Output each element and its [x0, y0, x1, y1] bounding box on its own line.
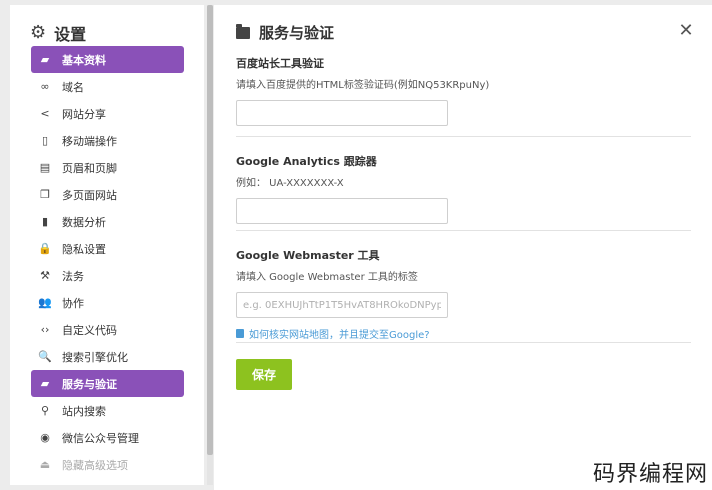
baidu-verification-input[interactable]	[236, 100, 448, 126]
divider	[236, 342, 691, 343]
sidebar-item[interactable]: ‹› 自定义代码	[31, 316, 184, 343]
folder-user-icon: ▰	[40, 377, 50, 390]
sidebar-item-label: 数据分析	[62, 215, 106, 229]
ga-description: 例如： UA-XXXXXXX-X	[236, 178, 344, 189]
sidebar-item[interactable]: ∞ 域名	[31, 73, 184, 100]
folder-user-icon	[236, 23, 250, 39]
service-verification-panel: 服务与验证 ✕ 百度站长工具验证 请填入百度提供的HTML标签验证码(例如NQ5…	[214, 5, 712, 490]
baidu-section: 百度站长工具验证 请填入百度提供的HTML标签验证码(例如NQ53KRpuNy)	[236, 55, 691, 126]
sidebar-item-label: 微信公众号管理	[62, 431, 139, 445]
sitemap-help-text: 如何核实网站地图，并且提交至Google?	[249, 330, 430, 341]
code-icon: ‹›	[40, 323, 50, 336]
sidebar-item-label: 协作	[62, 296, 84, 310]
settings-sidebar: ⚙ 设置 ▰ 基本资料 ∞ 域名 < 网站分享 ▯ 移动端操作 ▤ 页眉和页脚 ❐ 多页面网站 ▮ 数据分…	[10, 5, 204, 485]
divider	[236, 136, 691, 137]
gear-icon: ⚙	[30, 22, 47, 43]
webmaster-description: 请填入 Google Webmaster 工具的标签	[236, 272, 418, 283]
ga-label: Google Analytics 跟踪器	[236, 155, 377, 168]
sidebar-item[interactable]: ▮ 数据分析	[31, 208, 184, 235]
mobile-icon: ▯	[41, 134, 49, 147]
book-icon	[236, 329, 244, 338]
sidebar-item-label: 自定义代码	[62, 323, 117, 337]
close-icon[interactable]: ✕	[676, 21, 696, 41]
sidebar-item[interactable]: < 网站分享	[31, 100, 184, 127]
sitemap-help-link[interactable]: 如何核实网站地图，并且提交至Google?	[236, 326, 691, 341]
bar-chart-icon: ▮	[41, 215, 49, 228]
ga-section: Google Analytics 跟踪器 例如： UA-XXXXXXX-X	[236, 153, 691, 224]
sidebar-item[interactable]: 🔍 搜索引擎优化	[31, 343, 184, 370]
sidebar-item[interactable]: ▰ 基本资料	[31, 46, 184, 73]
share-icon: <	[40, 107, 50, 120]
sidebar-item-label: 基本资料	[62, 53, 106, 67]
save-button[interactable]: 保存	[236, 359, 292, 390]
webmaster-label: Google Webmaster 工具	[236, 249, 380, 262]
seo-icon: 🔍	[38, 350, 52, 363]
sidebar-title: 设置	[54, 25, 87, 44]
sidebar-item[interactable]: ▰ 服务与验证	[31, 370, 184, 397]
sidebar-item-label: 搜索引擎优化	[62, 350, 128, 364]
sidebar-scrollbar-thumb[interactable]	[207, 5, 213, 455]
sidebar-item-label: 隐藏高级选项	[62, 458, 128, 472]
header-footer-icon: ▤	[39, 161, 51, 174]
sidebar-item-label: 站内搜索	[62, 404, 106, 418]
ga-tracker-input[interactable]	[236, 198, 448, 224]
sidebar-item[interactable]: ◉ 微信公众号管理	[31, 424, 184, 451]
lock-icon: 🔒	[38, 242, 52, 255]
wechat-icon: ◉	[40, 431, 50, 444]
sidebar-item-label: 法务	[62, 269, 84, 283]
panel-header: 服务与验证	[236, 22, 334, 43]
sidebar-item-label: 移动端操作	[62, 134, 117, 148]
sidebar-item-label: 域名	[62, 80, 84, 94]
eject-icon: ⏏	[39, 458, 51, 471]
sidebar-menu: ▰ 基本资料 ∞ 域名 < 网站分享 ▯ 移动端操作 ▤ 页眉和页脚 ❐ 多页面网站 ▮ 数据分析 🔒 隐私设…	[31, 46, 184, 478]
sidebar-item[interactable]: ▯ 移动端操作	[31, 127, 184, 154]
divider	[236, 230, 691, 231]
sidebar-item[interactable]: ▤ 页眉和页脚	[31, 154, 184, 181]
sidebar-item[interactable]: ⏏ 隐藏高级选项	[31, 451, 184, 478]
sidebar-item[interactable]: ⚒ 法务	[31, 262, 184, 289]
sidebar-item[interactable]: 👥 协作	[31, 289, 184, 316]
sidebar-item[interactable]: ⚲ 站内搜索	[31, 397, 184, 424]
sidebar-header: ⚙ 设置	[30, 21, 86, 45]
watermark-text: 码界编程网	[592, 462, 708, 487]
link-icon: ∞	[40, 80, 50, 93]
baidu-label: 百度站长工具验证	[236, 57, 324, 70]
sidebar-item[interactable]: ❐ 多页面网站	[31, 181, 184, 208]
sidebar-item-label: 服务与验证	[62, 377, 117, 391]
users-icon: 👥	[38, 296, 52, 309]
sidebar-item-label: 页眉和页脚	[62, 161, 117, 175]
panel-title: 服务与验证	[259, 24, 335, 42]
webmaster-section: Google Webmaster 工具 请填入 Google Webmaster…	[236, 247, 691, 341]
sidebar-item-label: 隐私设置	[62, 242, 106, 256]
search-icon: ⚲	[40, 404, 50, 417]
sidebar-item-label: 网站分享	[62, 107, 106, 121]
baidu-description: 请填入百度提供的HTML标签验证码(例如NQ53KRpuNy)	[236, 80, 490, 91]
sidebar-item[interactable]: 🔒 隐私设置	[31, 235, 184, 262]
sidebar-item-label: 多页面网站	[62, 188, 117, 202]
pages-icon: ❐	[40, 188, 50, 201]
webmaster-input[interactable]	[236, 292, 448, 318]
gavel-icon: ⚒	[40, 269, 50, 282]
briefcase-icon: ▰	[40, 53, 50, 66]
